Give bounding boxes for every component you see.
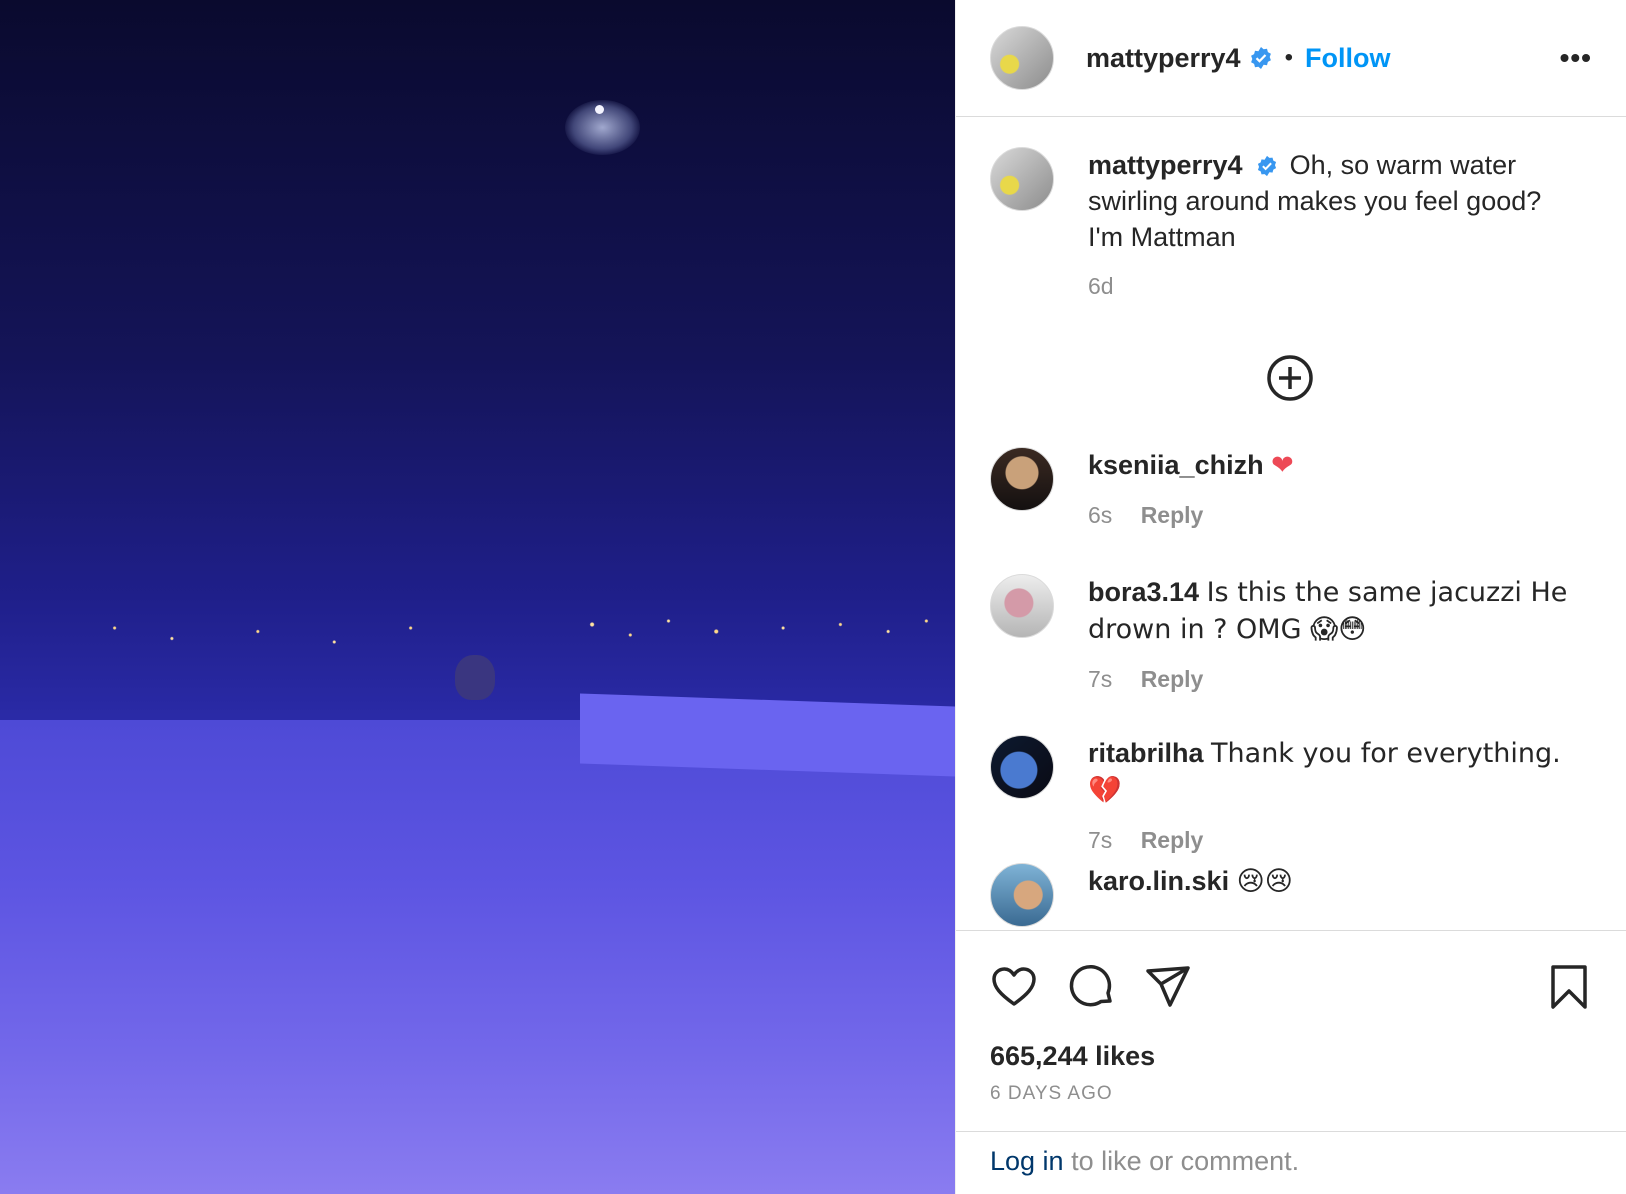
comment-username[interactable]: bora3.14 xyxy=(1088,577,1199,607)
comments-list[interactable]: mattyperry4 Oh, so warm water swirling a… xyxy=(956,117,1626,930)
share-send-icon[interactable] xyxy=(1144,963,1192,1011)
commenter-avatar[interactable] xyxy=(990,863,1054,927)
login-link[interactable]: Log in xyxy=(990,1146,1064,1176)
comment-text: 😢😢 xyxy=(1236,866,1293,897)
person-in-jacuzzi xyxy=(455,655,495,700)
commenter-avatar[interactable] xyxy=(990,447,1054,511)
commenter-avatar[interactable] xyxy=(990,574,1054,638)
save-bookmark-icon[interactable] xyxy=(1545,963,1593,1011)
action-icons-row xyxy=(990,963,1593,1011)
follow-button[interactable]: Follow xyxy=(1305,43,1390,74)
comment-bubble-icon[interactable] xyxy=(1068,963,1116,1011)
caption-username[interactable]: mattyperry4 xyxy=(1088,150,1243,180)
login-prompt: Log in to like or comment. xyxy=(956,1131,1626,1194)
comment-item: kseniia_chizh ❤ 6s Reply xyxy=(990,447,1590,533)
post-actions: 665,244 likes 6 DAYS AGO xyxy=(956,930,1626,1131)
caption-avatar[interactable] xyxy=(990,147,1054,211)
reply-button[interactable]: Reply xyxy=(1141,666,1204,692)
verified-badge-icon xyxy=(1250,47,1271,69)
separator-dot: • xyxy=(1284,44,1293,71)
comment-username[interactable]: karo.lin.ski xyxy=(1088,866,1229,896)
reply-button[interactable]: Reply xyxy=(1141,827,1204,853)
post-side-panel: mattyperry4 • Follow ••• mattyperry4 Oh,… xyxy=(955,0,1626,1194)
comment-time: 6s xyxy=(1088,502,1113,528)
comment-text: ❤ xyxy=(1271,450,1294,481)
comment-item: karo.lin.ski 😢😢 xyxy=(990,863,1590,927)
header-username[interactable]: mattyperry4 xyxy=(1086,43,1241,74)
comment-username[interactable]: ritabrilha xyxy=(1088,738,1204,768)
post-header: mattyperry4 • Follow ••• xyxy=(956,0,1626,117)
caption-time: 6d xyxy=(1088,273,1114,299)
load-more-comments-icon[interactable] xyxy=(1266,354,1314,402)
more-options-button[interactable]: ••• xyxy=(1560,42,1592,74)
reply-button[interactable]: Reply xyxy=(1141,502,1204,528)
comment-username[interactable]: kseniia_chizh xyxy=(1088,450,1264,480)
comment-time: 7s xyxy=(1088,666,1113,692)
comment-item: ritabrilha Thank you for everything. 💔 7… xyxy=(990,735,1590,858)
profile-avatar[interactable] xyxy=(990,26,1054,90)
post-date[interactable]: 6 DAYS AGO xyxy=(990,1083,1113,1105)
verified-badge-icon xyxy=(1258,155,1277,177)
commenter-avatar[interactable] xyxy=(990,735,1054,799)
moon xyxy=(595,105,604,114)
like-heart-icon[interactable] xyxy=(990,963,1038,1011)
comment-item: bora3.14 Is this the same jacuzzi He dro… xyxy=(990,574,1590,697)
jacuzzi-water xyxy=(0,720,955,1194)
pool-deck xyxy=(580,693,955,777)
likes-count[interactable]: 665,244 likes xyxy=(990,1041,1155,1072)
comment-time: 7s xyxy=(1088,827,1113,853)
caption: mattyperry4 Oh, so warm water swirling a… xyxy=(990,147,1590,304)
post-image[interactable] xyxy=(0,0,955,1194)
login-prompt-text: to like or comment. xyxy=(1063,1146,1300,1176)
